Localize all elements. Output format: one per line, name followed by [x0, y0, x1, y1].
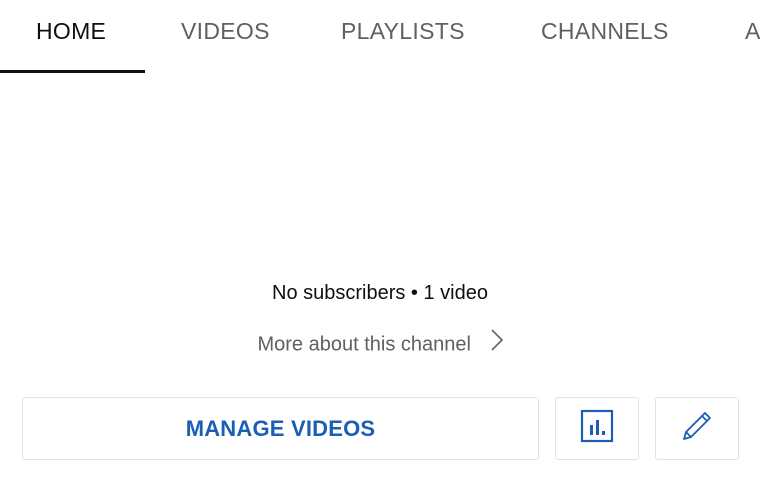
channel-tabs: HOME VIDEOS PLAYLISTS CHANNELS A — [0, 0, 760, 74]
tab-channels[interactable]: CHANNELS — [541, 18, 669, 45]
active-tab-indicator — [0, 70, 145, 73]
more-about-channel-label: More about this channel — [257, 333, 471, 356]
tab-about[interactable]: A — [745, 18, 760, 45]
more-about-channel-link[interactable]: More about this channel — [0, 329, 760, 359]
edit-channel-button[interactable] — [655, 397, 739, 460]
pencil-icon — [679, 408, 715, 449]
analytics-button[interactable] — [555, 397, 639, 460]
tab-home[interactable]: HOME — [36, 18, 106, 45]
tab-videos[interactable]: VIDEOS — [181, 18, 270, 45]
tab-playlists[interactable]: PLAYLISTS — [341, 18, 465, 45]
manage-videos-button[interactable]: MANAGE VIDEOS — [22, 397, 539, 460]
analytics-icon — [580, 409, 614, 448]
channel-stats: No subscribers • 1 video — [272, 282, 488, 304]
chevron-right-icon — [490, 329, 503, 357]
manage-videos-label: MANAGE VIDEOS — [185, 415, 376, 441]
